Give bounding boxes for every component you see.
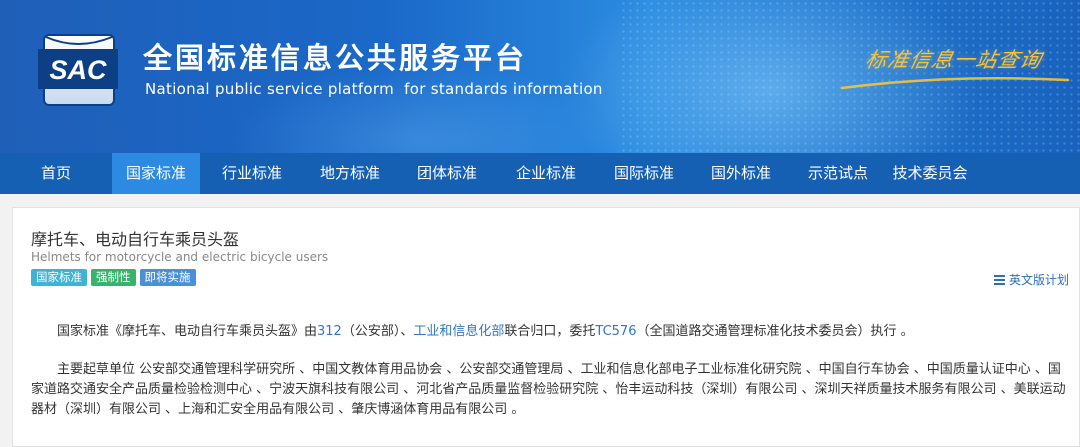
header-banner: SAC 全国标准信息公共服务平台 National public service… bbox=[0, 0, 1080, 153]
nav-item-local-standards[interactable]: 地方标准 bbox=[304, 153, 396, 194]
standard-title: 摩托车、电动自行车乘员头盔 bbox=[31, 230, 240, 249]
nav-item-pilot-demonstration[interactable]: 示范试点 bbox=[788, 153, 888, 194]
nav-item-industry-standards[interactable]: 行业标准 bbox=[200, 153, 304, 194]
para1-mid-text: 联合归口，委托 bbox=[504, 324, 596, 339]
standard-title-english: Helmets for motorcycle and electric bicy… bbox=[31, 250, 329, 264]
nav-item-group-standards[interactable]: 团体标准 bbox=[396, 153, 498, 194]
slogan-swoosh bbox=[840, 76, 1070, 90]
drafting-units-paragraph: 主要起草单位 公安部交通管理科学研究所 、中国文教体育用品协会 、公安部交通管理… bbox=[31, 362, 1066, 417]
english-plan-label: 英文版计划 bbox=[1008, 273, 1069, 287]
para1-dept-text: （公安部）、 bbox=[341, 324, 414, 339]
ministry-link[interactable]: 工业和信息化部 bbox=[413, 324, 504, 339]
list-icon bbox=[993, 274, 1005, 285]
badge-mandatory: 强制性 bbox=[91, 269, 136, 286]
nav-item-national-standards[interactable]: 国家标准 bbox=[112, 153, 200, 194]
responsibility-paragraph: 国家标准《摩托车、电动自行车乘员头盔》由312（公安部）、工业和信息化部联合归口… bbox=[31, 322, 914, 342]
standard-badges: 国家标准 强制性 即将实施 bbox=[31, 269, 196, 286]
site-title-english: National public service platform for sta… bbox=[145, 80, 603, 98]
tc-link[interactable]: TC576 bbox=[595, 324, 636, 339]
standard-detail-card: 摩托车、电动自行车乘员头盔 Helmets for motorcycle and… bbox=[12, 207, 1080, 447]
badge-upcoming: 即将实施 bbox=[139, 269, 196, 286]
nav-item-foreign-standards[interactable]: 国外标准 bbox=[694, 153, 788, 194]
nav-item-home[interactable]: 首页 bbox=[0, 153, 112, 194]
nav-item-international-standards[interactable]: 国际标准 bbox=[594, 153, 694, 194]
logo-text: SAC bbox=[49, 55, 107, 85]
english-plan-link[interactable]: 英文版计划 bbox=[993, 271, 1069, 288]
main-nav: 首页 国家标准 行业标准 地方标准 团体标准 企业标准 国际标准 国外标准 示范… bbox=[0, 153, 1080, 194]
badge-national-standard: 国家标准 bbox=[31, 269, 87, 286]
nav-item-technical-committees[interactable]: 技术委员会 bbox=[888, 153, 972, 194]
para1-prefix: 国家标准《摩托车、电动自行车乘员头盔》由 bbox=[57, 324, 318, 339]
sac-logo[interactable]: SAC bbox=[38, 33, 118, 107]
nav-item-enterprise-standards[interactable]: 企业标准 bbox=[498, 153, 594, 194]
para1-suffix: （全国道路交通管理标准化技术委员会）执行 。 bbox=[636, 324, 914, 339]
dept-code-link[interactable]: 312 bbox=[317, 324, 342, 339]
site-title: 全国标准信息公共服务平台 bbox=[143, 41, 528, 75]
